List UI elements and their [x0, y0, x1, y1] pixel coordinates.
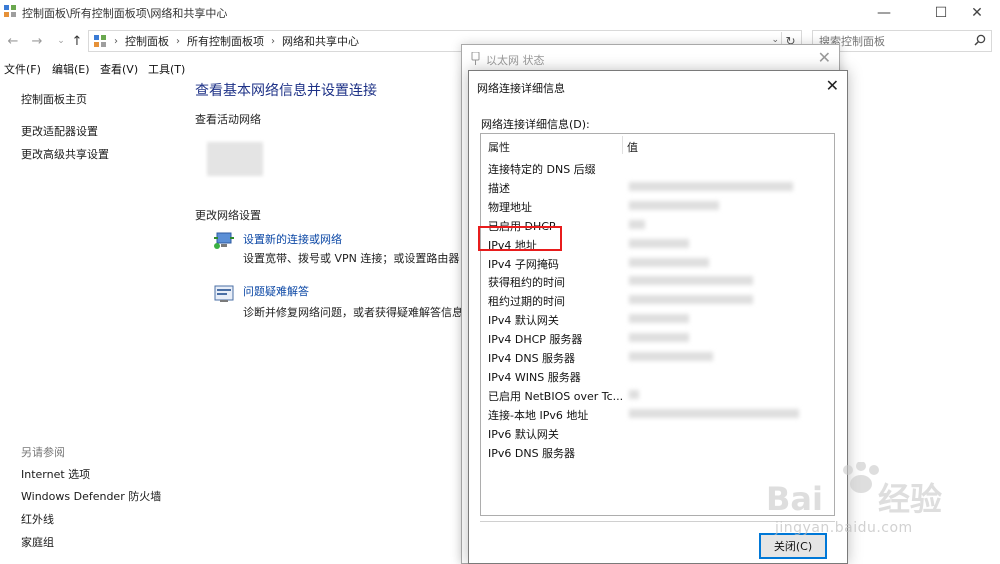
sidebar-item-advanced-sharing[interactable]: 更改高级共享设置: [21, 146, 109, 162]
breadcrumb-all-items[interactable]: 所有控制面板项: [187, 33, 264, 49]
column-divider[interactable]: [622, 136, 623, 154]
column-value[interactable]: 值: [627, 139, 638, 155]
page-title: 查看基本网络信息并设置连接: [195, 83, 377, 99]
troubleshoot-link[interactable]: 问题疑难解答: [243, 283, 309, 299]
row-value-redacted: [629, 181, 793, 191]
sidebar-item-infrared[interactable]: 红外线: [21, 511, 54, 527]
sidebar-item-home[interactable]: 控制面板主页: [21, 91, 87, 107]
chevron-right-icon[interactable]: ›: [271, 36, 275, 47]
chevron-right-icon[interactable]: ›: [176, 36, 180, 47]
sidebar-item-firewall[interactable]: Windows Defender 防火墙: [21, 488, 161, 504]
sidebar-item-homegroup[interactable]: 家庭组: [21, 534, 54, 550]
ethernet-status-title: 以太网 状态: [486, 54, 545, 67]
details-list[interactable]: 属性 值 连接特定的 DNS 后缀 描述物理地址已启用 DHCP IPv4 地址 IP…: [480, 133, 835, 516]
menu-edit[interactable]: 编辑(E): [48, 58, 96, 78]
redacted-network-info: [207, 142, 263, 176]
ethernet-icon: [471, 52, 480, 65]
troubleshoot-icon: [214, 285, 234, 302]
table-row[interactable]: 已启用 DHCP: [481, 215, 834, 234]
row-property: IPv4 地址: [488, 238, 537, 252]
menu-file[interactable]: 文件(F): [0, 58, 48, 78]
sidebar: 控制面板主页 更改适配器设置 更改高级共享设置 另请参阅 Internet 选项…: [0, 80, 185, 564]
row-property: IPv6 DNS 服务器: [488, 446, 576, 460]
troubleshoot-description: 诊断并修复网络问题，或者获得疑难解答信息。: [243, 306, 474, 319]
row-value-redacted: [629, 200, 719, 210]
chevron-right-icon[interactable]: ›: [114, 36, 118, 47]
row-value-redacted: [629, 276, 753, 286]
table-row[interactable]: 连接-本地 IPv6 地址: [481, 404, 834, 423]
network-details-dialog: 网络连接详细信息 ✕ 网络连接详细信息(D): 属性 值 连接特定的 DNS 后…: [468, 70, 848, 564]
row-property: 租约过期的时间: [488, 295, 565, 309]
row-value-redacted: [629, 219, 645, 229]
row-property: 获得租约的时间: [488, 276, 565, 290]
dialog-close-icon[interactable]: ✕: [826, 76, 839, 95]
search-icon[interactable]: [974, 34, 986, 46]
row-value-redacted: [629, 314, 689, 324]
back-button[interactable]: ←: [4, 32, 22, 50]
main-content: 查看基本网络信息并设置连接 查看活动网络 更改网络设置 设置新的连接或网络 设置…: [195, 80, 474, 564]
table-row[interactable]: 物理地址: [481, 196, 834, 215]
table-row[interactable]: 描述: [481, 177, 834, 196]
row-value-redacted: [629, 238, 689, 248]
close-dialog-button[interactable]: 关闭(C): [759, 533, 827, 559]
row-value-redacted: [629, 333, 689, 343]
watermark-url: jingyan.baidu.com: [775, 520, 913, 536]
row-value-redacted: [629, 257, 709, 267]
menu-view[interactable]: 查看(V): [96, 58, 144, 78]
title-bar: 控制面板\所有控制面板项\网络和共享中心 — ☐ ✕: [0, 0, 1000, 26]
table-row[interactable]: 租约过期的时间: [481, 290, 834, 309]
row-property: IPv4 WINS 服务器: [488, 370, 581, 384]
window-title: 控制面板\所有控制面板项\网络和共享中心: [22, 7, 228, 20]
row-property: 连接-本地 IPv6 地址: [488, 408, 589, 422]
control-panel-icon: [94, 35, 106, 47]
setup-connection-description: 设置宽带、拨号或 VPN 连接；或设置路由器: [243, 252, 460, 265]
details-list-label: 网络连接详细信息(D):: [481, 118, 590, 131]
table-row[interactable]: IPv4 地址: [481, 234, 834, 253]
breadcrumb-control-panel[interactable]: 控制面板: [125, 33, 169, 49]
up-button[interactable]: ↑: [68, 32, 86, 50]
table-row[interactable]: IPv4 DHCP 服务器: [481, 328, 834, 347]
row-property: 已启用 NetBIOS over Tc...: [488, 389, 624, 403]
table-row[interactable]: IPv4 默认网关: [481, 309, 834, 328]
row-property: 已启用 DHCP: [488, 219, 556, 233]
forward-button[interactable]: →: [28, 32, 46, 50]
change-settings-label: 更改网络设置: [195, 209, 261, 222]
row-value-redacted: [629, 389, 639, 399]
table-row[interactable]: 已启用 NetBIOS over Tc...: [481, 385, 834, 404]
column-property[interactable]: 属性: [488, 139, 510, 155]
see-also-heading: 另请参阅: [21, 446, 65, 459]
row-property: IPv4 DHCP 服务器: [488, 333, 583, 347]
dialog-title: 网络连接详细信息: [477, 82, 565, 95]
list-header: 属性 值: [481, 134, 834, 156]
table-row[interactable]: 获得租约的时间: [481, 271, 834, 290]
menu-tools[interactable]: 工具(T): [144, 58, 192, 78]
close-button[interactable]: ✕: [954, 0, 1000, 26]
row-property: 物理地址: [488, 200, 532, 214]
row-value-redacted: [629, 295, 753, 305]
row-property: IPv4 子网掩码: [488, 257, 559, 271]
table-row[interactable]: IPv6 DNS 服务器: [481, 442, 834, 461]
new-connection-icon: [214, 232, 234, 249]
table-row[interactable]: IPv4 WINS 服务器: [481, 366, 834, 385]
row-property: IPv4 DNS 服务器: [488, 352, 576, 365]
row-property: IPv6 默认网关: [488, 427, 559, 441]
table-row[interactable]: IPv6 默认网关: [481, 423, 834, 442]
row-value-redacted: [629, 408, 799, 418]
minimize-button[interactable]: —: [861, 0, 907, 26]
row-value-redacted: [629, 352, 713, 361]
row-property: 描述: [488, 181, 510, 195]
sidebar-item-adapter-settings[interactable]: 更改适配器设置: [21, 123, 98, 139]
active-networks-label: 查看活动网络: [195, 113, 261, 126]
table-row[interactable]: IPv4 子网掩码: [481, 253, 834, 272]
ethernet-close-button[interactable]: ✕: [818, 48, 831, 67]
breadcrumb-network-center[interactable]: 网络和共享中心: [282, 33, 359, 49]
setup-connection-link[interactable]: 设置新的连接或网络: [243, 231, 342, 247]
sidebar-item-internet-options[interactable]: Internet 选项: [21, 466, 90, 482]
svg-text:经验: 经验: [878, 480, 942, 518]
row-property: IPv4 默认网关: [488, 314, 559, 328]
control-panel-icon: [4, 5, 16, 17]
row-property: 连接特定的 DNS 后缀: [488, 163, 596, 176]
table-row[interactable]: 连接特定的 DNS 后缀: [481, 158, 834, 177]
table-row[interactable]: IPv4 DNS 服务器: [481, 347, 834, 366]
